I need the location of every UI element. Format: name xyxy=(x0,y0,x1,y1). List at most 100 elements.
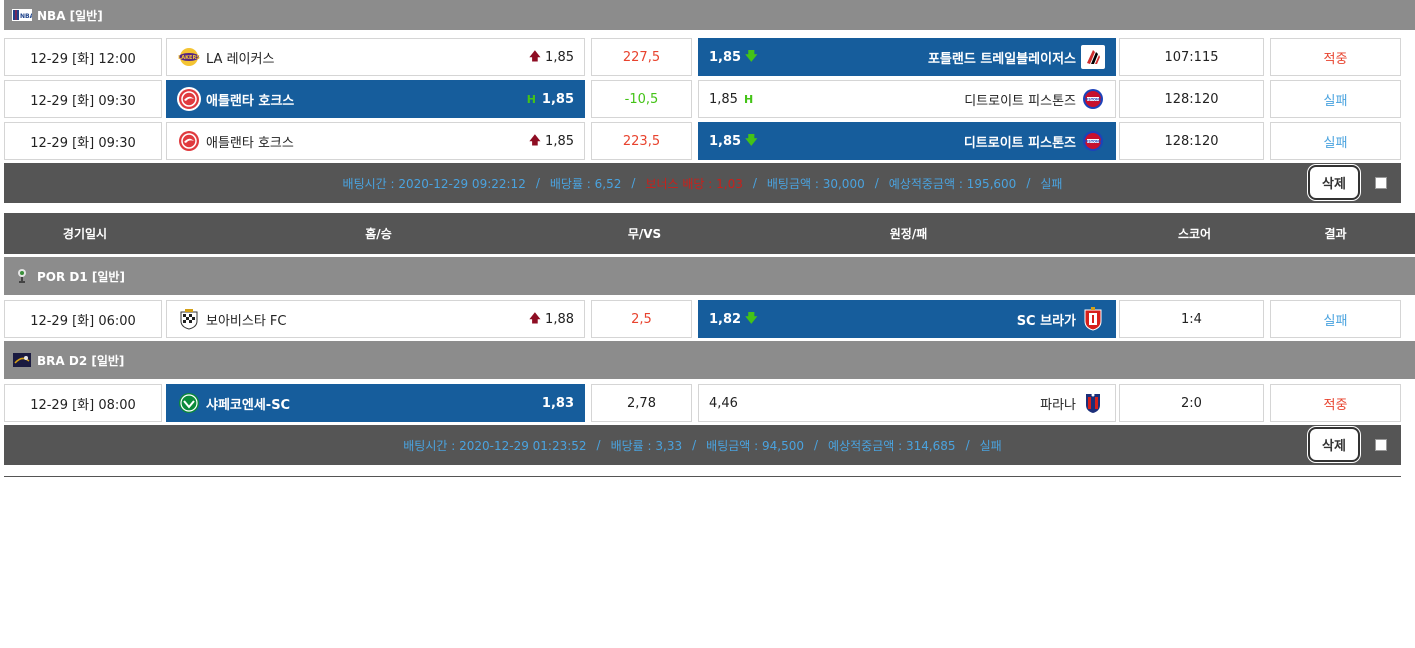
away-odds: 1,85 xyxy=(709,91,738,107)
bet-time: 배팅시간 : 2020-12-29 01:23:52 xyxy=(403,438,587,453)
league-title: POR D1 [일반] xyxy=(37,269,125,284)
away-team-name: 디트로이트 피스톤즈 xyxy=(964,93,1076,109)
hawks-logo-icon xyxy=(177,129,201,153)
svg-text:NBA: NBA xyxy=(20,13,32,20)
handicap-icon: H xyxy=(743,92,754,106)
league-title: NBA [일반] xyxy=(37,8,103,23)
arrow-down-icon: 🡇 xyxy=(745,310,758,325)
away-team-cell[interactable]: 1,85 🡇 포틀랜드 트레일블레이저스 xyxy=(698,38,1116,76)
table-row: 12-29 [화] 09:30 애틀랜타 호크스 🡅 1,85 223,5 1,8… xyxy=(4,122,1401,160)
arrow-up-icon: 🡅 xyxy=(528,310,542,325)
away-team-cell[interactable]: 4,46 파라나 xyxy=(698,384,1116,422)
arrow-down-icon: 🡇 xyxy=(745,132,758,147)
bonus-odds: 보너스 배당 : 1,03 xyxy=(645,176,743,191)
total-odds: 배당률 : 6,52 xyxy=(549,176,622,191)
away-team-name: 파라나 xyxy=(1040,397,1076,413)
league-bar-bra: BRA D2 [일반] xyxy=(4,341,1415,379)
home-team-cell[interactable]: 샤페코엔세-SC 1,83 xyxy=(166,384,585,422)
hawks-logo-icon xyxy=(177,87,201,111)
away-team-cell[interactable]: 1,82 🡇 SC 브라가 xyxy=(698,300,1116,338)
score: 1:4 xyxy=(1119,300,1264,338)
away-team-name: 디트로이트 피스톤즈 xyxy=(963,135,1076,151)
table-row: 12-29 [화] 12:00 LAKERS LA 레이커스 🡅 1,85 227… xyxy=(4,38,1401,76)
home-team-name: 애틀랜타 호크스 xyxy=(206,135,294,151)
table-row: 12-29 [화] 09:30 애틀랜타 호크스 H 1,85 -10,5 1,8… xyxy=(4,80,1401,118)
home-team-cell[interactable]: 애틀랜타 호크스 🡅 1,85 xyxy=(166,122,585,160)
away-odds: 1,85 xyxy=(709,133,742,149)
braga-logo-icon xyxy=(1081,307,1105,331)
league-bar-nba: NBA NBA [일반] xyxy=(4,0,1415,30)
parana-logo-icon xyxy=(1081,391,1105,415)
home-odds: 1,85 xyxy=(541,91,574,107)
header-result: 결과 xyxy=(1324,227,1347,241)
league-bar-por: POR D1 [일반] xyxy=(4,257,1415,295)
away-team-name: 포틀랜드 트레일블레이저스 xyxy=(927,51,1076,67)
match-date: 12-29 [화] 06:00 xyxy=(4,300,162,338)
header-date: 경기일시 xyxy=(62,227,108,241)
expected-win: 예상적중금액 : 314,685 xyxy=(828,438,956,453)
match-date: 12-29 [화] 08:00 xyxy=(4,384,162,422)
home-team-cell[interactable]: 애틀랜타 호크스 H 1,85 xyxy=(166,80,585,118)
table-header: 경기일시 홈/승 무/VS 원정/패 스코어 결과 xyxy=(4,213,1415,254)
table-row: 12-29 [화] 08:00 샤페코엔세-SC 1,83 2,78 4,46 … xyxy=(4,384,1401,422)
match-date: 12-29 [화] 09:30 xyxy=(4,122,162,160)
score: 107:115 xyxy=(1119,38,1264,76)
league-title: BRA D2 [일반] xyxy=(37,353,125,368)
home-odds: 1,88 xyxy=(545,311,574,327)
pistons-logo-icon: PISTONS xyxy=(1081,129,1105,153)
nba-logo-icon: NBA xyxy=(12,8,32,22)
select-checkbox[interactable] xyxy=(1375,439,1387,451)
result-badge: 적중 xyxy=(1270,384,1401,422)
lakers-logo-icon: LAKERS xyxy=(177,45,201,69)
away-team-cell[interactable]: 1,85 🡇 디트로이트 피스톤즈 PISTONS xyxy=(698,122,1116,160)
table-row: 12-29 [화] 06:00 보아비스타 FC 🡅 1,88 2,5 1,82 🡇… xyxy=(4,300,1401,338)
bet-status: 실패 xyxy=(1040,176,1063,191)
arrow-down-icon: 🡇 xyxy=(745,48,758,63)
delete-button[interactable]: 삭제 xyxy=(1308,165,1360,200)
pistons-logo-icon: PISTONS xyxy=(1081,87,1105,111)
mid-odds[interactable]: 2,5 xyxy=(591,300,692,338)
bet-amount: 배팅금액 : 30,000 xyxy=(766,176,865,191)
mid-odds[interactable]: -10,5 xyxy=(591,80,692,118)
score: 128:120 xyxy=(1119,122,1264,160)
delete-button[interactable]: 삭제 xyxy=(1308,427,1360,462)
home-team-name: 보아비스타 FC xyxy=(206,313,287,329)
score: 2:0 xyxy=(1119,384,1264,422)
mid-odds[interactable]: 223,5 xyxy=(591,122,692,160)
home-team-cell[interactable]: LAKERS LA 레이커스 🡅 1,85 xyxy=(166,38,585,76)
por-league-icon xyxy=(12,269,32,283)
svg-text:PISTONS: PISTONS xyxy=(1085,139,1102,143)
select-checkbox[interactable] xyxy=(1375,177,1387,189)
bet-history: NBA NBA [일반] 12-29 [화] 12:00 LAKERS LA 레… xyxy=(0,0,1415,648)
bet-time: 배팅시간 : 2020-12-29 09:22:12 xyxy=(342,176,526,191)
header-away: 원정/패 xyxy=(889,227,928,241)
svg-text:PISTONS: PISTONS xyxy=(1085,97,1102,101)
arrow-up-icon: 🡅 xyxy=(528,132,542,147)
result-badge: 실패 xyxy=(1270,80,1401,118)
away-odds: 1,82 xyxy=(709,311,742,327)
result-badge: 실패 xyxy=(1270,300,1401,338)
mid-odds[interactable]: 2,78 xyxy=(591,384,692,422)
bet-summary: 배팅시간 : 2020-12-29 09:22:12 / 배당률 : 6,52 … xyxy=(4,163,1401,203)
away-odds: 1,85 xyxy=(709,49,742,65)
match-date: 12-29 [화] 12:00 xyxy=(4,38,162,76)
home-odds: 1,83 xyxy=(541,395,574,411)
away-team-cell[interactable]: 1,85 H 디트로이트 피스톤즈 PISTONS xyxy=(698,80,1116,118)
blazers-logo-icon xyxy=(1081,45,1105,69)
home-team-name: 샤페코엔세-SC xyxy=(206,397,291,413)
header-score: 스코어 xyxy=(1177,227,1212,241)
arrow-up-icon: 🡅 xyxy=(528,48,542,63)
home-team-cell[interactable]: 보아비스타 FC 🡅 1,88 xyxy=(166,300,585,338)
bet-summary: 배팅시간 : 2020-12-29 01:23:52 / 배당률 : 3,33 … xyxy=(4,425,1401,465)
home-odds: 1,85 xyxy=(545,133,574,149)
mid-odds[interactable]: 227,5 xyxy=(591,38,692,76)
total-odds: 배당률 : 3,33 xyxy=(610,438,683,453)
match-date: 12-29 [화] 09:30 xyxy=(4,80,162,118)
boavista-logo-icon xyxy=(177,307,201,331)
home-odds: 1,85 xyxy=(545,49,574,65)
bra-league-icon xyxy=(12,353,32,367)
divider xyxy=(4,476,1401,477)
expected-win: 예상적중금액 : 195,600 xyxy=(888,176,1017,191)
handicap-icon: H xyxy=(526,92,536,106)
bet-status: 실패 xyxy=(979,438,1002,453)
